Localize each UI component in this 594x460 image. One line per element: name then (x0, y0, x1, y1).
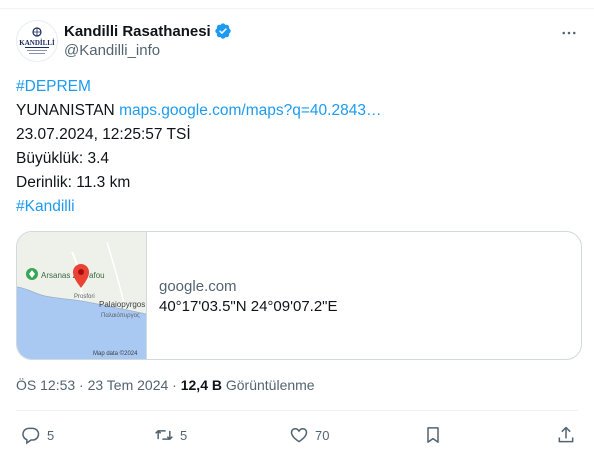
author-name-row[interactable]: Kandilli Rasathanesi (64, 22, 232, 40)
location-text: YUNANISTAN (16, 102, 115, 119)
bookmark-icon (427, 427, 439, 443)
map-copyright: Map data ©2024 (93, 350, 138, 357)
share-button[interactable] (556, 424, 576, 446)
datetime-text: 23.07.2024, 12:25:57 TSİ (16, 126, 191, 143)
tweet-text: #DEPREM YUNANISTAN maps.google.com/maps?… (16, 75, 576, 219)
hashtag-kandilli[interactable]: #Kandilli (16, 198, 75, 215)
kandilli-logo-icon: KANDİLLİ (17, 21, 57, 61)
reply-count: 5 (47, 427, 55, 443)
retweet-icon (155, 430, 173, 440)
link-preview-card[interactable]: Arsanas Zografou Prosfori Palaiopyrgos Π… (16, 231, 582, 360)
hashtag-deprem[interactable]: #DEPREM (16, 78, 91, 95)
map-label-place-2: Palaiopyrgos (99, 300, 145, 309)
tweet[interactable]: KANDİLLİ Kandilli Rasathanesi @Kandilli_… (0, 0, 594, 460)
action-bar: 5 5 70 (16, 424, 578, 448)
like-count: 70 (315, 427, 330, 443)
map-label-place-3: Παλαιόπυργος (101, 312, 140, 319)
tweet-timestamp[interactable]: ÖS 12:53 · 23 Tem 2024 · (16, 377, 181, 393)
share-icon (558, 426, 574, 443)
magnitude-text: Büyüklük: 3.4 (16, 150, 110, 167)
tweet-meta: ÖS 12:53 · 23 Tem 2024 · 12,4 B Görüntül… (16, 377, 315, 393)
card-info[interactable]: google.com 40°17'03.5"N 24°09'07.2"E (147, 232, 338, 359)
map-thumbnail[interactable]: Arsanas Zografou Prosfori Palaiopyrgos Π… (17, 232, 147, 359)
display-name[interactable]: Kandilli Rasathanesi (64, 23, 211, 40)
retweet-count: 5 (180, 427, 188, 443)
svg-text:KANDİLLİ: KANDİLLİ (19, 39, 55, 47)
card-coordinates: 40°17'03.5"N 24°09'07.2"E (159, 298, 338, 315)
bookmark-button[interactable] (423, 424, 443, 446)
map-label-road: Prosfori (74, 294, 95, 300)
map-link[interactable]: maps.google.com/maps?q=40.2843… (119, 102, 381, 119)
user-handle[interactable]: @Kandilli_info (64, 42, 160, 59)
avatar[interactable]: KANDİLLİ (16, 20, 58, 62)
retweet-button[interactable]: 5 (154, 424, 187, 446)
map-label-place-1: Arsanas Zografou (41, 271, 105, 280)
heart-icon (290, 427, 308, 443)
like-button[interactable]: 70 (289, 424, 329, 446)
depth-text: Derinlik: 11.3 km (16, 174, 131, 191)
reply-button[interactable]: 5 (21, 424, 54, 446)
card-domain: google.com (159, 278, 237, 295)
verified-badge-icon (215, 23, 231, 39)
actions-divider (16, 410, 578, 411)
more-options-icon[interactable] (560, 24, 578, 42)
reply-icon (22, 427, 40, 445)
views-label: Görüntülenme (221, 377, 315, 393)
views-count: 12,4 B (180, 377, 222, 393)
